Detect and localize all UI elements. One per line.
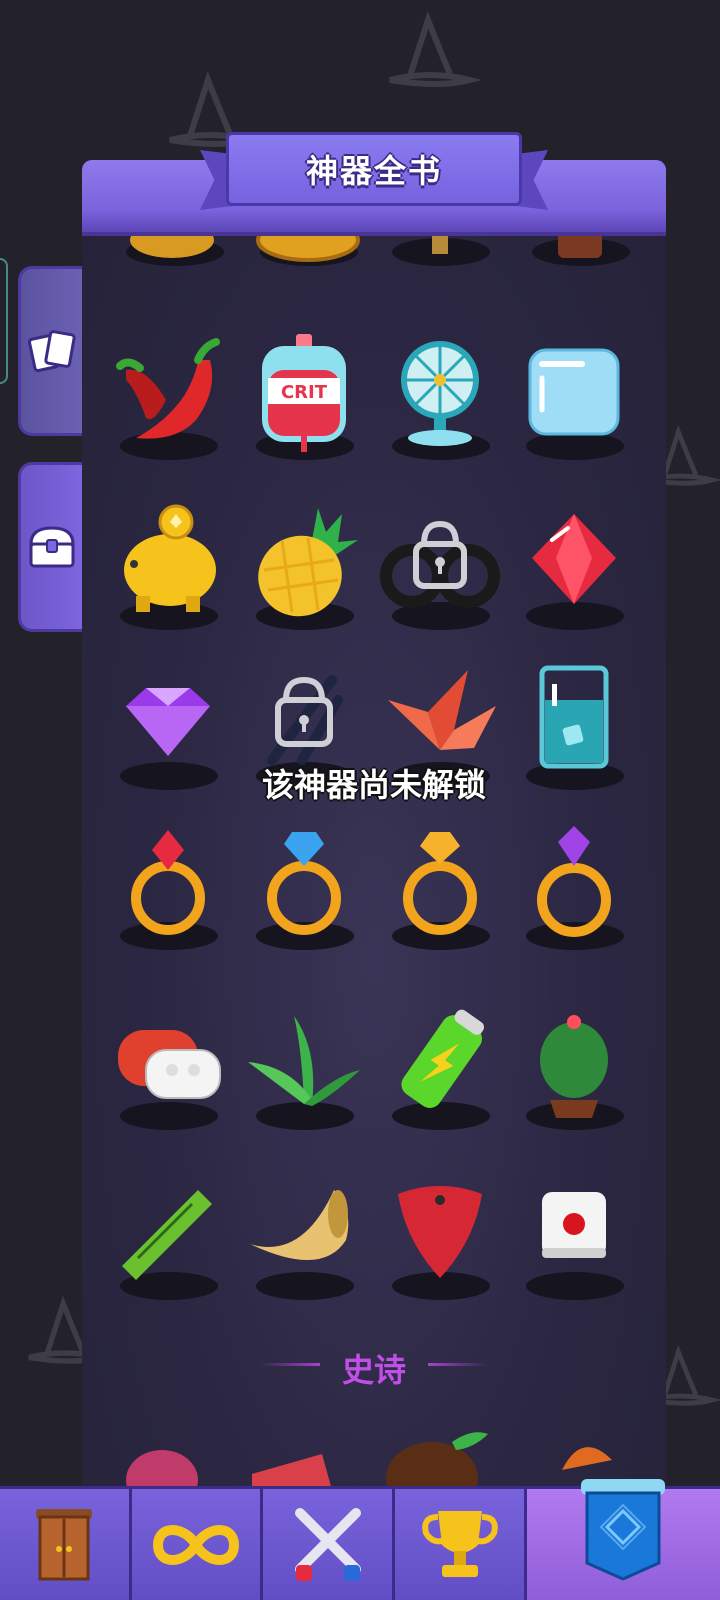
desk-fan-icon	[401, 341, 479, 446]
bottom-nav	[0, 1478, 720, 1600]
nav-banner-button[interactable]	[526, 1478, 720, 1600]
guitar-pick-icon	[398, 1186, 482, 1278]
side-tab-chest[interactable]	[18, 462, 82, 632]
artifact-cell-battery[interactable]	[378, 1000, 502, 1140]
artifact-cell-sapphire-ring[interactable]	[242, 820, 366, 960]
artifact-cell-ruby-ring[interactable]	[106, 820, 230, 960]
piggy-bank-icon	[124, 504, 216, 612]
title-ribbon: 神器全书	[226, 132, 522, 206]
dragon-fruit-partial-icon	[126, 1450, 198, 1490]
amethyst-ring-icon	[537, 826, 611, 937]
artifact-cell-chili-pepper[interactable]	[106, 330, 230, 470]
artifact-cell-horn[interactable]	[242, 1170, 366, 1310]
cactus-icon	[540, 1015, 608, 1118]
crit-blood-bag-icon: CRIT	[262, 334, 346, 452]
ice-cube-icon	[528, 348, 620, 436]
horn-icon	[250, 1190, 349, 1261]
section-label-epic: 史诗	[341, 1351, 406, 1389]
red-ruby-icon	[532, 514, 616, 604]
artifact-grid: CRIT 该神器尚未解锁 史诗	[82, 160, 666, 1490]
nav-battle-button[interactable]	[263, 1489, 396, 1600]
wardrobe-icon	[36, 1508, 93, 1580]
artifact-cell-piggy-bank[interactable]	[106, 500, 230, 640]
aloe-plant-icon	[248, 1016, 360, 1106]
coconut-partial-icon	[386, 1432, 488, 1490]
artifact-cell-handcuffs-locked[interactable]	[378, 500, 502, 640]
artifact-cell-dice[interactable]	[512, 1170, 636, 1310]
infinity-icon	[153, 1524, 240, 1565]
handcuffs-locked-icon	[380, 520, 500, 608]
nav-trophy-button[interactable]	[395, 1489, 527, 1600]
watermelon-partial-icon	[252, 1454, 332, 1490]
artifact-cell-aloe-plant[interactable]	[242, 1000, 366, 1140]
topaz-ring-icon	[403, 832, 477, 935]
battery-icon	[401, 1009, 485, 1108]
artifact-cell-crit-blood-bag[interactable]: CRIT	[242, 330, 366, 470]
crossed-swords-icon	[294, 1507, 361, 1581]
banner-icon	[581, 1478, 666, 1581]
artifact-cell-green-ruler[interactable]	[106, 1170, 230, 1310]
artifact-cell-pineapple[interactable]	[242, 500, 366, 640]
dice-icon	[542, 1192, 606, 1258]
sapphire-ring-icon	[267, 832, 341, 935]
pineapple-icon	[258, 508, 358, 617]
witch-hat-bg-icon	[389, 11, 471, 87]
edge-indicator	[0, 258, 8, 384]
locked-toast-message: 该神器尚未解锁	[261, 766, 486, 804]
artifact-cell-red-ruby[interactable]	[512, 500, 636, 640]
earbuds-case-icon	[118, 1030, 221, 1099]
green-ruler-icon	[122, 1190, 212, 1280]
trophy-icon	[421, 1510, 498, 1577]
section-divider-right	[428, 1363, 488, 1366]
artifact-cell-ice-cube[interactable]	[512, 330, 636, 470]
artifact-cell-cactus[interactable]	[512, 1000, 636, 1140]
chest-icon	[28, 526, 75, 568]
ruby-ring-icon	[131, 830, 205, 935]
nav-infinity-button[interactable]	[131, 1489, 264, 1600]
artifact-cell-amethyst-ring[interactable]	[512, 820, 636, 960]
side-tab-cards[interactable]	[18, 266, 82, 436]
artifact-cell-desk-fan[interactable]	[378, 330, 502, 470]
chili-pepper-icon	[116, 338, 220, 439]
artifact-cell-topaz-ring[interactable]	[378, 820, 502, 960]
artifact-collection-panel: CRIT 该神器尚未解锁 史诗	[82, 160, 666, 1490]
page-title: 神器全书	[305, 152, 442, 190]
artifact-cell-guitar-pick[interactable]	[378, 1170, 502, 1310]
nav-wardrobe-button[interactable]	[0, 1489, 132, 1600]
artifact-cell-earbuds-case[interactable]	[106, 1000, 230, 1140]
cards-icon	[27, 330, 76, 373]
svg-text:CRIT: CRIT	[281, 382, 328, 403]
